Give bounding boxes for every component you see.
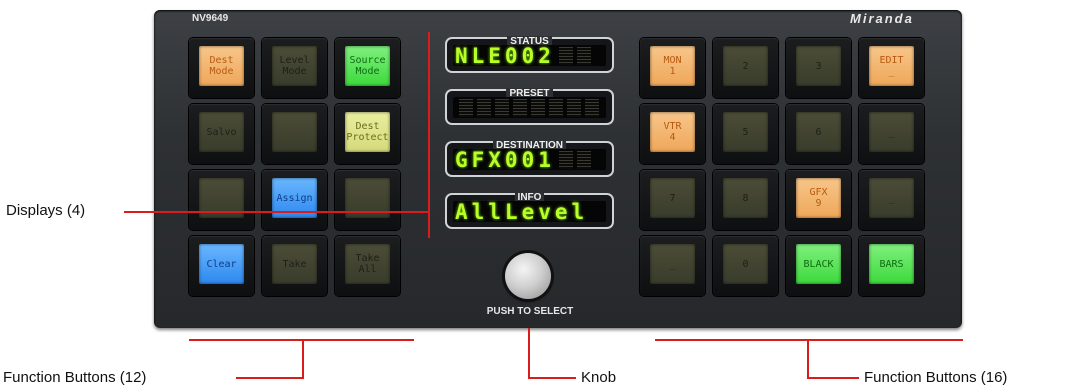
- right-buttons-stem-line: [807, 340, 809, 378]
- left-button-label: Source Mode: [345, 46, 390, 86]
- displays-separator-line: [428, 32, 430, 238]
- left-button-label: Salvo: [199, 112, 244, 152]
- right-button-label: 3: [796, 46, 841, 86]
- left-button-1[interactable]: Dest Mode: [189, 38, 254, 98]
- left-button-3[interactable]: Source Mode: [335, 38, 400, 98]
- left-button-label: Take: [272, 244, 317, 284]
- knob-leader-line: [528, 377, 576, 379]
- left-button-9[interactable]: [335, 170, 400, 230]
- knob-stem-line: [528, 328, 530, 378]
- right-button-4[interactable]: EDIT _: [859, 38, 924, 98]
- model-label: NV9649: [192, 13, 229, 24]
- right-button-label: VTR 4: [650, 112, 695, 152]
- left-button-6[interactable]: Dest Protect: [335, 104, 400, 164]
- right-button-label: 6: [796, 112, 841, 152]
- select-knob[interactable]: [505, 253, 551, 299]
- right-button-label: 5: [723, 112, 768, 152]
- right-button-label: BLACK: [796, 244, 841, 284]
- right-button-9[interactable]: 7: [640, 170, 705, 230]
- right-button-13[interactable]: _: [640, 236, 705, 296]
- left-buttons-stem-line: [302, 340, 304, 378]
- status-display-text: NLE002: [455, 43, 555, 68]
- right-buttons-callout-label: Function Buttons (16): [864, 369, 1008, 386]
- right-button-14[interactable]: 0: [713, 236, 778, 296]
- destination-display: DESTINATION GFX001: [445, 140, 614, 177]
- knob-label: PUSH TO SELECT: [486, 306, 574, 317]
- right-button-label: _: [869, 112, 914, 152]
- right-button-10[interactable]: 8: [713, 170, 778, 230]
- left-button-label: Dest Mode: [199, 46, 244, 86]
- right-button-label: 0: [723, 244, 768, 284]
- displays-callout-label: Displays (4): [6, 202, 86, 219]
- right-button-label: 7: [650, 178, 695, 218]
- left-button-4[interactable]: Salvo: [189, 104, 254, 164]
- knob-callout-label: Knob: [581, 369, 617, 386]
- right-button-16[interactable]: BARS: [859, 236, 924, 296]
- right-button-2[interactable]: 2: [713, 38, 778, 98]
- left-button-11[interactable]: Take: [262, 236, 327, 296]
- right-button-5[interactable]: VTR 4: [640, 104, 705, 164]
- right-buttons-leader-line: [807, 377, 859, 379]
- left-button-label: Take All: [345, 244, 390, 284]
- right-buttons-bracket-line: [655, 339, 963, 341]
- left-button-2[interactable]: Level Mode: [262, 38, 327, 98]
- displays-callout-line: [124, 211, 430, 213]
- left-button-12[interactable]: Take All: [335, 236, 400, 296]
- left-button-label: Clear: [199, 244, 244, 284]
- right-button-label: 8: [723, 178, 768, 218]
- right-button-8[interactable]: _: [859, 104, 924, 164]
- info-display: INFO AllLevel: [445, 192, 614, 229]
- left-buttons-callout-label: Function Buttons (12): [3, 369, 147, 386]
- right-button-3[interactable]: 3: [786, 38, 851, 98]
- preset-display: PRESET: [445, 88, 614, 125]
- destination-display-text: GFX001: [455, 147, 555, 172]
- right-button-12[interactable]: _: [859, 170, 924, 230]
- right-button-label: MON 1: [650, 46, 695, 86]
- right-button-label: _: [869, 178, 914, 218]
- left-button-label: Level Mode: [272, 46, 317, 86]
- right-button-7[interactable]: 6: [786, 104, 851, 164]
- left-buttons-leader-line: [236, 377, 304, 379]
- right-button-label: EDIT _: [869, 46, 914, 86]
- right-button-1[interactable]: MON 1: [640, 38, 705, 98]
- right-button-label: BARS: [869, 244, 914, 284]
- left-button-7[interactable]: [189, 170, 254, 230]
- right-button-11[interactable]: GFX 9: [786, 170, 851, 230]
- left-button-label: Dest Protect: [345, 112, 390, 152]
- left-button-8[interactable]: Assign: [262, 170, 327, 230]
- left-button-label: [272, 112, 317, 152]
- brand-logo: Miranda: [850, 11, 914, 26]
- left-button-10[interactable]: Clear: [189, 236, 254, 296]
- status-display: STATUS NLE002: [445, 36, 614, 73]
- info-display-text: AllLevel: [455, 199, 589, 224]
- right-button-label: _: [650, 244, 695, 284]
- left-button-5[interactable]: [262, 104, 327, 164]
- right-button-label: GFX 9: [796, 178, 841, 218]
- right-button-6[interactable]: 5: [713, 104, 778, 164]
- right-button-label: 2: [723, 46, 768, 86]
- right-button-15[interactable]: BLACK: [786, 236, 851, 296]
